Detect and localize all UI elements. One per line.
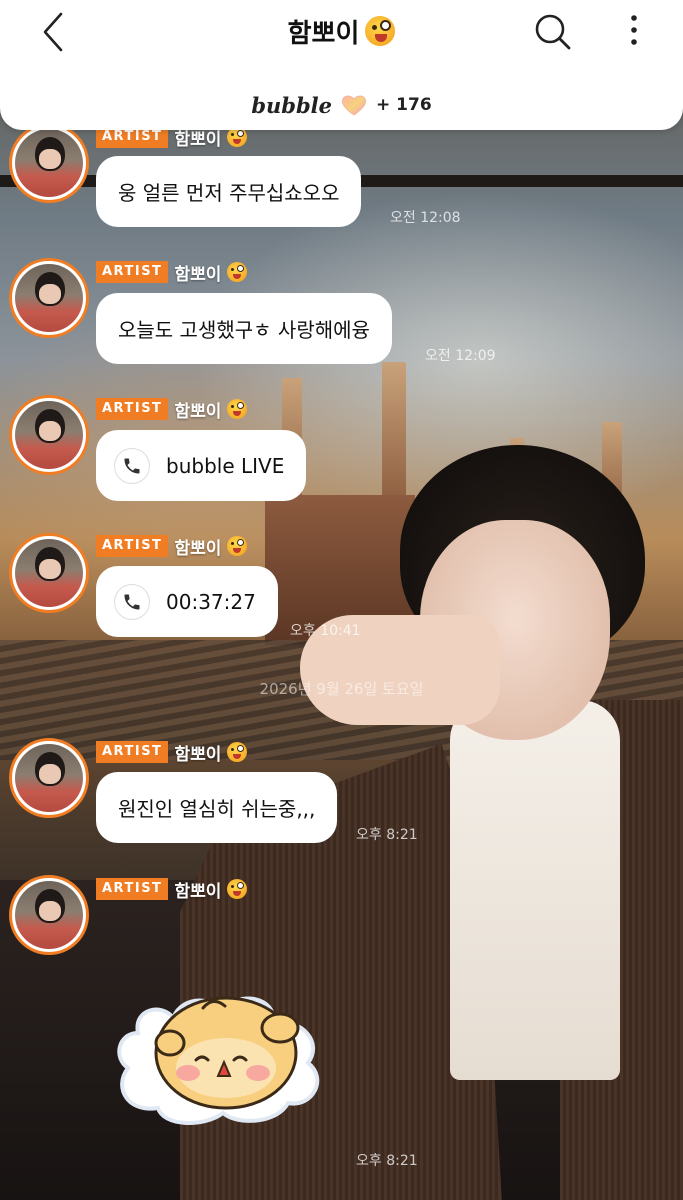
sender-row: ARTIST 함뽀이 [96, 739, 248, 765]
message-bubble[interactable]: 원진인 열심히 쉬는중,,, [96, 772, 338, 843]
avatar[interactable] [9, 258, 89, 338]
message-bubble[interactable]: 오늘도 고생했구ㅎ 사랑해에융 [96, 293, 392, 364]
sender-name: 함뽀이 [174, 744, 222, 765]
sender-name: 함뽀이 [174, 264, 222, 285]
sender-name: 함뽀이 [174, 538, 222, 559]
message-time: 오후 8:21 [356, 1153, 418, 1169]
zany-face-emoji-icon [227, 399, 248, 419]
avatar[interactable] [9, 875, 89, 955]
zany-face-emoji-icon [227, 879, 248, 899]
zany-face-emoji-icon [227, 127, 248, 147]
message-time: 오전 12:08 [390, 210, 461, 226]
avatar[interactable] [9, 123, 89, 203]
message-time: 오전 12:09 [425, 348, 496, 364]
live-call-bubble[interactable]: bubble LIVE [96, 430, 307, 501]
more-vertical-icon [631, 15, 637, 45]
message-text: 웅 얼른 먼저 주무십쇼오오 [118, 181, 340, 205]
artist-badge: ARTIST [96, 398, 169, 420]
search-button[interactable] [530, 10, 574, 54]
avatar[interactable] [9, 533, 89, 613]
zany-face-emoji-icon [365, 16, 396, 46]
page-title: 함뽀이 [287, 18, 360, 49]
call-label: bubble LIVE [166, 453, 285, 478]
zany-face-emoji-icon [227, 742, 248, 762]
message-text: 원진인 열심히 쉬는중,,, [118, 797, 316, 821]
bubble-subscription-info[interactable]: bubble + 176 [0, 88, 683, 122]
sender-row: ARTIST 함뽀이 [96, 259, 248, 285]
zany-face-emoji-icon [227, 536, 248, 556]
heart-icon [341, 95, 367, 116]
message-bubble[interactable]: 웅 얼른 먼저 주무십쇼오오 [96, 156, 362, 227]
call-duration: 00:37:27 [166, 589, 256, 614]
hamster-sticker[interactable] [108, 948, 333, 1128]
message-text: 오늘도 고생했구ㅎ 사랑해에융 [118, 318, 370, 342]
phone-icon [114, 583, 150, 620]
bubble-logo: bubble [251, 92, 332, 118]
call-duration-bubble[interactable]: 00:37:27 [96, 566, 278, 637]
artist-badge: ARTIST [96, 878, 169, 900]
date-separator: 2026년 9월 26일 토요일 [259, 680, 424, 698]
artist-badge: ARTIST [96, 741, 169, 763]
chat-title: 함뽀이 [0, 10, 683, 52]
sender-row: ARTIST 함뽀이 [96, 533, 248, 559]
avatar[interactable] [9, 395, 89, 475]
sender-name: 함뽀이 [174, 881, 222, 902]
bubble-count: + 176 [376, 95, 432, 115]
sender-row: ARTIST 함뽀이 [96, 396, 248, 422]
phone-icon [114, 447, 150, 484]
artist-badge: ARTIST [96, 261, 169, 283]
avatar[interactable] [9, 738, 89, 818]
artist-badge: ARTIST [96, 535, 169, 557]
message-time: 오후 8:21 [356, 827, 418, 843]
sender-row: ARTIST 함뽀이 [96, 876, 248, 902]
zany-face-emoji-icon [227, 262, 248, 282]
chat-header: 함뽀이 bubble + 176 [0, 0, 683, 130]
sender-name: 함뽀이 [174, 401, 222, 422]
message-time: 오후 10:41 [290, 623, 361, 639]
more-options-button[interactable] [612, 10, 656, 54]
search-icon [535, 14, 571, 50]
